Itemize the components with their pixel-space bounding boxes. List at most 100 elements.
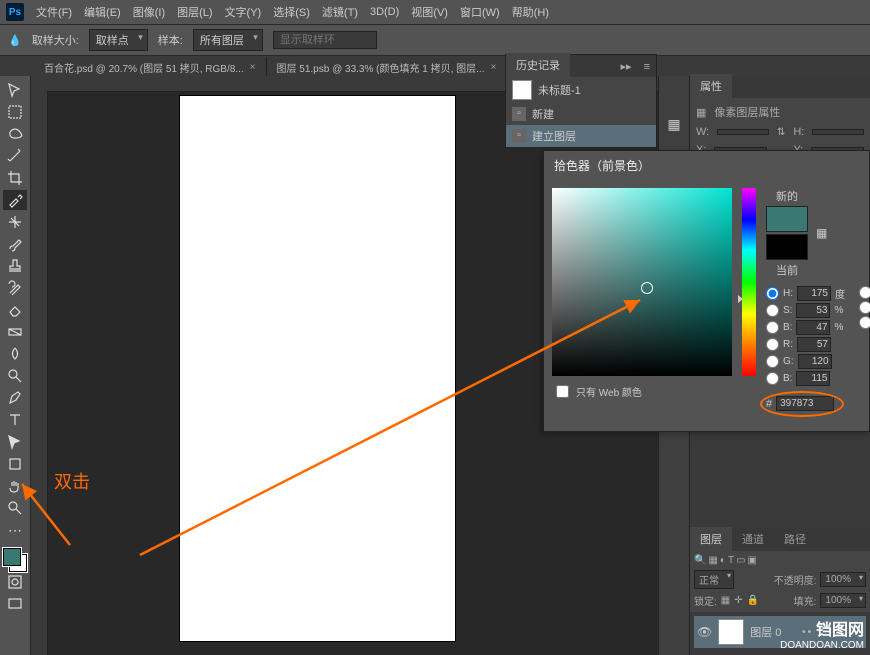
document-tab[interactable]: 图层 51.psb @ 33.3% (颜色填充 1 拷贝, 图层...×: [267, 57, 508, 78]
layers-tab[interactable]: 图层: [690, 527, 732, 551]
history-tab[interactable]: 历史记录: [506, 53, 570, 77]
brush-tool[interactable]: [3, 234, 27, 254]
h-radio[interactable]: [766, 287, 779, 300]
blur-tool[interactable]: [3, 344, 27, 364]
menu-window[interactable]: 窗口(W): [460, 4, 500, 20]
web-only-checkbox[interactable]: [556, 385, 569, 398]
h-input[interactable]: [797, 286, 831, 301]
menu-image[interactable]: 图像(I): [133, 4, 165, 20]
layer-name[interactable]: 图层 0: [750, 624, 781, 640]
b-input[interactable]: [796, 320, 830, 335]
lock-position-icon[interactable]: ✛: [734, 595, 742, 606]
wand-tool[interactable]: [3, 146, 27, 166]
shape-tool[interactable]: [3, 454, 27, 474]
history-step[interactable]: ▫建立图层: [506, 125, 656, 147]
dodge-tool[interactable]: [3, 366, 27, 386]
bb-radio[interactable]: [859, 316, 870, 329]
layer-thumbnail[interactable]: [718, 619, 744, 645]
menu-3d[interactable]: 3D(D): [370, 6, 399, 18]
lock-pixels-icon[interactable]: ▦: [721, 595, 730, 606]
filter-smart-icon[interactable]: ▣: [748, 555, 757, 566]
filter-shape-icon[interactable]: ▭: [736, 555, 745, 566]
history-brush-tool[interactable]: [3, 278, 27, 298]
ruler-vertical[interactable]: [31, 92, 48, 655]
menu-file[interactable]: 文件(F): [36, 4, 72, 20]
pen-tool[interactable]: [3, 388, 27, 408]
hand-tool[interactable]: [3, 476, 27, 496]
paths-tab[interactable]: 路径: [774, 527, 816, 551]
g-radio[interactable]: [766, 355, 779, 368]
blend-mode-dropdown[interactable]: 正常: [694, 570, 734, 589]
screenmode-tool[interactable]: [3, 594, 27, 614]
menu-select[interactable]: 选择(S): [273, 4, 310, 20]
close-icon[interactable]: ×: [490, 62, 496, 73]
color-swatches[interactable]: [3, 548, 27, 572]
menu-edit[interactable]: 编辑(E): [84, 4, 121, 20]
sample-size-label: 取样大小:: [32, 32, 79, 48]
s-radio[interactable]: [766, 304, 779, 317]
heal-tool[interactable]: [3, 212, 27, 232]
menu-layer[interactable]: 图层(L): [177, 4, 212, 20]
width-input[interactable]: [717, 129, 769, 135]
document-tab[interactable]: 百合花.psd @ 20.7% (图层 51 拷贝, RGB/8...×: [34, 57, 267, 78]
close-icon[interactable]: ×: [250, 62, 256, 73]
path-tool[interactable]: [3, 432, 27, 452]
quickmask-tool[interactable]: [3, 572, 27, 592]
filter-pixel-icon[interactable]: ▦: [708, 555, 717, 566]
hex-input[interactable]: [776, 396, 834, 411]
filter-type-icon[interactable]: T: [728, 555, 734, 566]
menu-filter[interactable]: 滤镜(T): [322, 4, 358, 20]
lasso-tool[interactable]: [3, 124, 27, 144]
add-swatch-icon[interactable]: ▦: [816, 226, 827, 240]
panel-menu-icon[interactable]: ≡: [638, 57, 656, 77]
edit-toolbar-icon[interactable]: ⋯: [3, 520, 27, 540]
bl-label: B:: [783, 373, 792, 384]
sample-source-dropdown[interactable]: 所有图层: [193, 29, 263, 51]
marquee-tool[interactable]: [3, 102, 27, 122]
b-radio[interactable]: [766, 321, 779, 334]
history-step[interactable]: ▫新建: [506, 103, 656, 125]
menu-help[interactable]: 帮助(H): [512, 4, 549, 20]
g-label: G:: [783, 356, 794, 367]
crop-tool[interactable]: [3, 168, 27, 188]
bl-radio[interactable]: [766, 372, 779, 385]
menu-type[interactable]: 文字(Y): [225, 4, 262, 20]
history-document-row[interactable]: 未标题-1: [506, 77, 656, 103]
gradient-tool[interactable]: [3, 322, 27, 342]
saturation-value-box[interactable]: [552, 188, 732, 376]
hue-strip[interactable]: [742, 188, 756, 376]
filter-adjust-icon[interactable]: ◐: [720, 555, 726, 566]
hex-label: #: [766, 398, 772, 410]
properties-tab[interactable]: 属性: [690, 74, 732, 98]
move-tool[interactable]: [3, 80, 27, 100]
eyedropper-tool[interactable]: [3, 190, 27, 210]
s-input[interactable]: [796, 303, 830, 318]
menu-view[interactable]: 视图(V): [411, 4, 448, 20]
type-tool[interactable]: [3, 410, 27, 430]
r-input[interactable]: [797, 337, 831, 352]
foreground-swatch[interactable]: [3, 548, 21, 566]
options-bar: 💧 取样大小: 取样点 样本: 所有图层: [0, 25, 870, 56]
zoom-tool[interactable]: [3, 498, 27, 518]
fill-input[interactable]: 100%: [820, 593, 866, 608]
visibility-icon[interactable]: 👁: [697, 625, 712, 639]
a-radio[interactable]: [859, 301, 870, 314]
r-radio[interactable]: [766, 338, 779, 351]
channels-tab[interactable]: 通道: [732, 527, 774, 551]
document-canvas[interactable]: [180, 96, 455, 641]
color-picker-dialog: 拾色器（前景色） 只有 Web 颜色 新的 当前 ▦: [543, 150, 870, 432]
panel-icon[interactable]: ▦: [667, 116, 680, 133]
collapse-icon[interactable]: ▸▸: [615, 56, 638, 77]
link-icon[interactable]: ⇅: [777, 127, 785, 138]
filter-kind-icon[interactable]: 🔍: [694, 555, 706, 566]
l-radio[interactable]: [859, 286, 870, 299]
lock-all-icon[interactable]: 🔒: [747, 595, 759, 606]
eraser-tool[interactable]: [3, 300, 27, 320]
options-search-input[interactable]: [273, 31, 377, 49]
bl-input[interactable]: [796, 371, 830, 386]
height-input[interactable]: [812, 129, 864, 135]
opacity-input[interactable]: 100%: [820, 572, 866, 587]
g-input[interactable]: [798, 354, 832, 369]
stamp-tool[interactable]: [3, 256, 27, 276]
sample-size-dropdown[interactable]: 取样点: [89, 29, 148, 51]
